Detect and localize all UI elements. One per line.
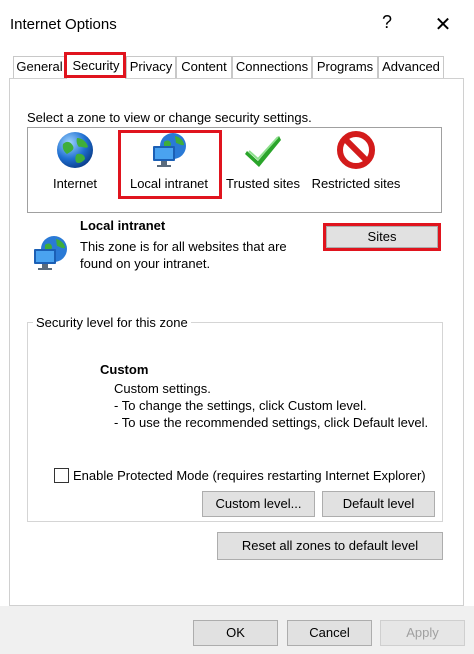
window-title: Internet Options xyxy=(10,16,117,33)
custom-level-button[interactable]: Custom level... xyxy=(202,491,315,517)
zone-local-intranet-label: Local intranet xyxy=(129,176,209,191)
close-button[interactable]: ✕ xyxy=(430,12,456,38)
tab-general[interactable]: General xyxy=(13,56,66,78)
tab-content[interactable]: Content xyxy=(176,56,232,78)
zone-restricted-sites-label: Restricted sites xyxy=(311,176,401,191)
zone-trusted-sites[interactable]: Trusted sites xyxy=(224,130,302,191)
globe-icon xyxy=(55,130,95,170)
security-level-title: Custom xyxy=(100,362,149,377)
default-level-button[interactable]: Default level xyxy=(322,491,435,517)
zone-internet-label: Internet xyxy=(52,176,98,191)
selected-zone-icon xyxy=(30,233,70,273)
protected-mode-checkbox[interactable] xyxy=(54,468,69,483)
tab-advanced[interactable]: Advanced xyxy=(378,56,444,78)
selected-zone-name: Local intranet xyxy=(80,218,166,233)
reset-all-zones-button[interactable]: Reset all zones to default level xyxy=(217,532,443,560)
tab-programs[interactable]: Programs xyxy=(312,56,378,78)
selected-zone-description: This zone is for all websites that are f… xyxy=(80,239,287,271)
apply-button[interactable]: Apply xyxy=(380,620,465,646)
protected-mode-label[interactable]: Enable Protected Mode (requires restarti… xyxy=(73,468,426,483)
zone-trusted-sites-label: Trusted sites xyxy=(226,176,300,191)
tab-connections[interactable]: Connections xyxy=(232,56,312,78)
tab-security[interactable]: Security xyxy=(66,53,126,79)
intranet-icon xyxy=(149,130,189,170)
cancel-button[interactable]: Cancel xyxy=(287,620,372,646)
ok-button[interactable]: OK xyxy=(193,620,278,646)
security-level-description: Custom settings. - To change the setting… xyxy=(114,381,429,430)
tab-privacy[interactable]: Privacy xyxy=(126,56,176,78)
restricted-icon xyxy=(336,130,376,170)
security-level-group-label: Security level for this zone xyxy=(33,315,191,330)
zone-internet[interactable]: Internet xyxy=(44,130,106,191)
zone-restricted-sites[interactable]: Restricted sites xyxy=(310,130,402,191)
help-button[interactable]: ? xyxy=(376,12,398,38)
sites-button[interactable]: Sites xyxy=(326,226,438,248)
zone-local-intranet[interactable]: Local intranet xyxy=(124,130,214,191)
zone-intro-text: Select a zone to view or change security… xyxy=(27,110,312,125)
checkmark-icon xyxy=(243,130,283,170)
